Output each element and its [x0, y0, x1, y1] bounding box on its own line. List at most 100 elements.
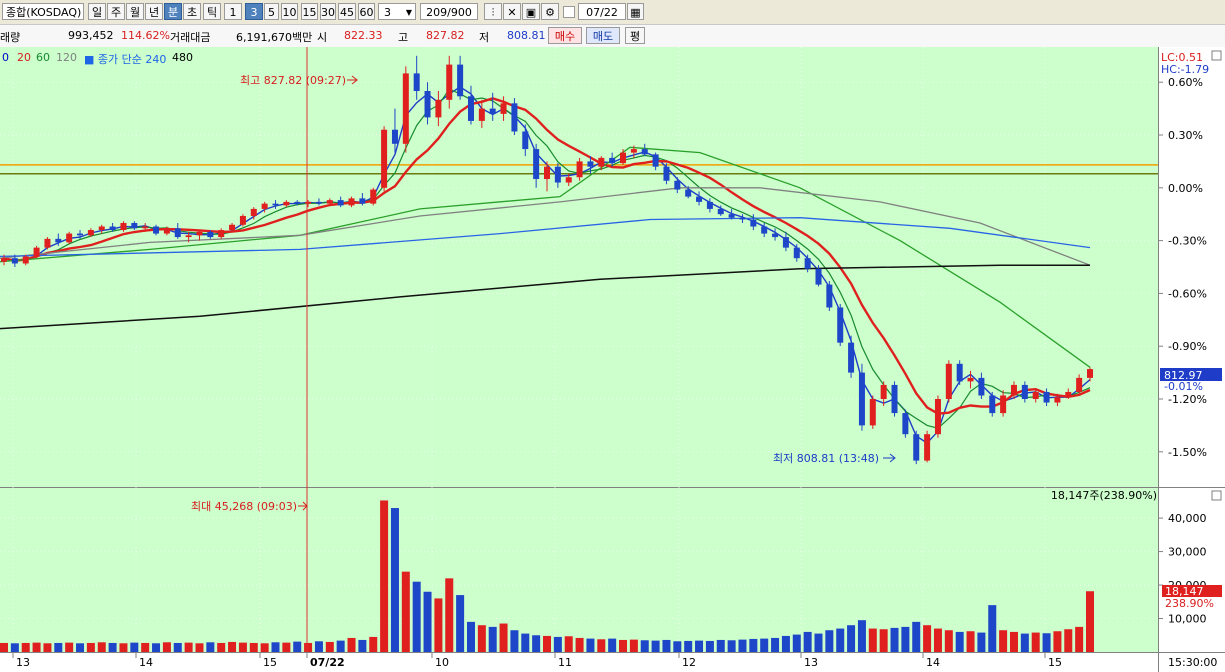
- date-field[interactable]: 07/22: [578, 3, 626, 20]
- price-panel-menu-icon[interactable]: [1211, 50, 1222, 61]
- cross-tool-icon[interactable]: ✕: [503, 3, 521, 20]
- volume-bar: [532, 635, 541, 652]
- interval-button-60[interactable]: 60: [358, 3, 375, 20]
- high-annotation: 최고 827.82 (09:27): [240, 74, 346, 87]
- candle-body: [22, 256, 29, 264]
- interval-button-3[interactable]: 3: [245, 3, 263, 20]
- volume-bar: [466, 621, 475, 652]
- time-tick-label: 13: [16, 656, 30, 669]
- volume-bar: [521, 633, 530, 652]
- volume-bar: [966, 631, 975, 652]
- low-annotation: 최저 808.81 (13:48): [773, 452, 879, 465]
- volume-tick-label: 40,000: [1168, 512, 1207, 525]
- ma-legend-item: ■ 종가 단순 240: [84, 53, 167, 66]
- buy-button[interactable]: 매수: [548, 27, 582, 44]
- volume-header: 18,147주(238.90%): [1051, 489, 1157, 502]
- ma-legend-item: 20: [17, 51, 31, 64]
- quote-info-bar: 래량 993,452 114.62% 거래대금 6,191,670백만 시 82…: [0, 25, 1225, 48]
- interval-button-1[interactable]: 1: [224, 3, 242, 20]
- period-button-0[interactable]: 일: [88, 3, 106, 20]
- interval-button-30[interactable]: 30: [320, 3, 336, 20]
- period-button-4[interactable]: 분: [164, 3, 182, 20]
- checkbox-icon[interactable]: [563, 6, 575, 18]
- candle-body: [1087, 369, 1093, 378]
- candle-body: [924, 434, 931, 461]
- volume-bar: [999, 630, 1008, 652]
- volume-bar: [1009, 631, 1018, 652]
- volume-bar: [944, 630, 953, 652]
- calendar-icon[interactable]: ▦: [627, 3, 644, 20]
- candle-body: [761, 226, 768, 234]
- chart-toolbar: 종합(KOSDAQ) 일주월년분초틱 1 3 5 10 15 30 45 60 3 ▼ 209…: [0, 0, 1225, 25]
- volume-bar: [260, 643, 269, 652]
- volume-bar: [629, 639, 638, 652]
- settings-icon[interactable]: ⚙: [541, 3, 559, 20]
- amount-value: 6,191,670백만: [236, 31, 313, 44]
- candle-body: [250, 208, 257, 216]
- candle-body: [837, 307, 844, 343]
- last-volume-pct: 238.90%: [1165, 597, 1214, 610]
- volume-bar: [423, 591, 432, 652]
- period-button-6[interactable]: 틱: [203, 3, 221, 20]
- volume-panel-menu-icon[interactable]: [1211, 490, 1222, 501]
- candle-body: [305, 201, 312, 204]
- volume-bar: [749, 638, 758, 652]
- volume-bar: [249, 642, 258, 652]
- volume-bar: [401, 571, 410, 652]
- period-button-1[interactable]: 주: [107, 3, 125, 20]
- volume-bar: [684, 640, 693, 652]
- volume-bar: [640, 640, 649, 652]
- candle-body: [663, 166, 670, 181]
- volume-bar: [130, 642, 139, 652]
- symbol-field[interactable]: 종합(KOSDAQ): [2, 3, 84, 20]
- period-button-5[interactable]: 초: [183, 3, 201, 20]
- volume-bar: [76, 643, 85, 652]
- candle-body: [891, 384, 898, 414]
- volume-bar: [586, 638, 595, 652]
- price-tick-label: 0.60%: [1168, 76, 1203, 89]
- volume-bar: [705, 640, 714, 652]
- volume-bar: [206, 642, 215, 652]
- save-icon[interactable]: ▣: [522, 3, 540, 20]
- candle-body: [467, 96, 474, 121]
- candle-body: [620, 152, 627, 164]
- period-button-3[interactable]: 년: [145, 3, 163, 20]
- candle-body: [728, 214, 735, 218]
- volume-bar: [293, 641, 302, 652]
- interval-button-45[interactable]: 45: [338, 3, 356, 20]
- volume-bar: [86, 642, 95, 652]
- interval-button-10[interactable]: 10: [281, 3, 298, 20]
- candle-body: [381, 129, 388, 188]
- candle-body: [826, 284, 833, 308]
- count-field[interactable]: 209/900: [420, 3, 478, 20]
- open-value: 822.33: [344, 29, 383, 42]
- volume-bar: [651, 640, 660, 652]
- period-button-2[interactable]: 월: [126, 3, 144, 20]
- candle-body: [500, 103, 507, 114]
- candle-body: [587, 161, 594, 167]
- candle-body: [359, 198, 366, 204]
- candle-body: [1065, 391, 1072, 398]
- time-tick-label: 14: [139, 656, 153, 669]
- volume-bar: [988, 605, 997, 652]
- candle-tool-icon[interactable]: ⫶: [484, 3, 502, 20]
- candle-body: [978, 377, 985, 396]
- interval-button-5[interactable]: 5: [264, 3, 279, 20]
- time-tick-label: 14: [926, 656, 940, 669]
- eval-button[interactable]: 평: [625, 27, 645, 44]
- candle-body: [804, 258, 811, 269]
- volume-bar: [184, 642, 193, 652]
- interval-select[interactable]: 3 ▼: [378, 3, 416, 20]
- ma-legend-item: 0: [2, 51, 9, 64]
- time-tick-label: 13: [804, 656, 818, 669]
- price-tick-label: -0.90%: [1168, 340, 1207, 353]
- volume-bar: [488, 626, 497, 652]
- chart-area[interactable]: 0.60%0.30%0.00%-0.30%-0.60%-0.90%-1.20%-…: [0, 47, 1225, 672]
- candle-body: [956, 363, 963, 382]
- interval-button-15[interactable]: 15: [301, 3, 318, 20]
- sell-button[interactable]: 매도: [586, 27, 620, 44]
- volume-bar: [510, 630, 519, 652]
- candle-body: [652, 154, 659, 167]
- candle-body: [294, 201, 301, 204]
- volume-bar: [803, 631, 812, 652]
